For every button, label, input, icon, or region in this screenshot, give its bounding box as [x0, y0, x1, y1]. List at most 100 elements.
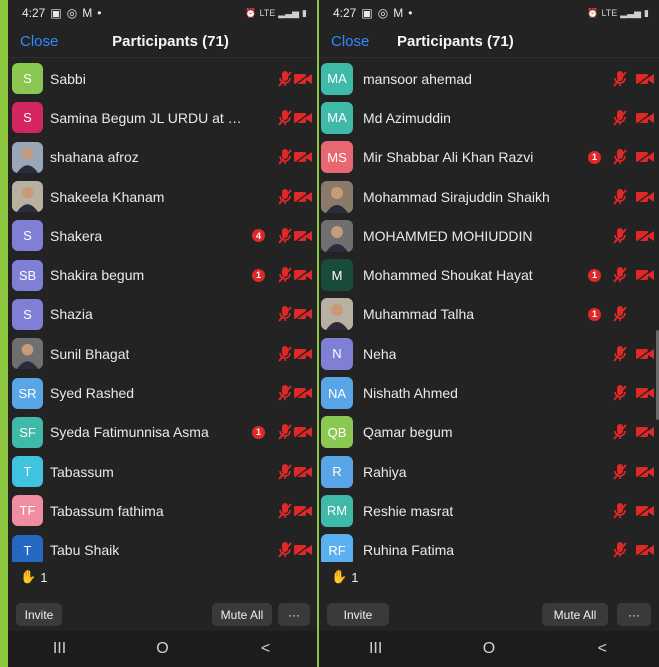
- video-off-icon[interactable]: [635, 72, 655, 86]
- participant-row[interactable]: T Tabu Shaik: [8, 531, 317, 562]
- participant-row[interactable]: QB Qamar begum: [319, 413, 659, 452]
- video-off-icon[interactable]: [635, 150, 655, 164]
- participant-row[interactable]: S Samina Begum JL URDU at Jad...: [8, 98, 317, 137]
- video-off-icon[interactable]: [635, 111, 655, 125]
- participant-list[interactable]: MA mansoor ahemad MA Md Azimuddin MS Mir Shab…: [319, 59, 659, 562]
- muted-mic-icon[interactable]: [612, 423, 628, 441]
- close-button[interactable]: Close: [331, 33, 369, 50]
- video-off-icon[interactable]: [293, 229, 313, 243]
- muted-mic-icon[interactable]: [277, 148, 293, 166]
- more-button[interactable]: ···: [278, 603, 310, 626]
- participant-row[interactable]: MS Mir Shabbar Ali Khan Razvi 1: [319, 138, 659, 177]
- back-button[interactable]: <: [582, 640, 622, 658]
- video-off-icon[interactable]: [635, 268, 655, 282]
- back-button[interactable]: <: [246, 640, 286, 658]
- video-off-icon[interactable]: [293, 111, 313, 125]
- video-off-icon[interactable]: [635, 425, 655, 439]
- home-button[interactable]: O: [143, 640, 183, 658]
- muted-mic-icon[interactable]: [612, 502, 628, 520]
- recents-button[interactable]: III: [356, 640, 396, 658]
- avatar: T: [12, 456, 43, 488]
- muted-mic-icon[interactable]: [277, 227, 293, 245]
- participant-row[interactable]: S Shazia: [8, 295, 317, 334]
- participant-row[interactable]: Shakeela Khanam: [8, 177, 317, 216]
- participant-row[interactable]: MA Md Azimuddin: [319, 98, 659, 137]
- video-off-icon[interactable]: [635, 386, 655, 400]
- participant-row[interactable]: NA Nishath Ahmed: [319, 373, 659, 412]
- recents-button[interactable]: III: [40, 640, 80, 658]
- video-off-icon[interactable]: [293, 72, 313, 86]
- participant-row[interactable]: RM Reshie masrat: [319, 491, 659, 530]
- video-off-icon[interactable]: [293, 268, 313, 282]
- muted-mic-icon[interactable]: [277, 463, 293, 481]
- participant-row[interactable]: MOHAMMED MOHIUDDIN: [319, 216, 659, 255]
- mute-all-button[interactable]: Mute All: [212, 603, 272, 626]
- muted-mic-icon[interactable]: [277, 423, 293, 441]
- video-off-icon[interactable]: [635, 465, 655, 479]
- participant-row[interactable]: RF Ruhina Fatima: [319, 531, 659, 562]
- more-button[interactable]: ···: [617, 603, 651, 626]
- participant-row[interactable]: N Neha: [319, 334, 659, 373]
- participant-name: shahana afroz: [50, 149, 139, 166]
- muted-mic-icon[interactable]: [612, 70, 628, 88]
- raised-hands[interactable]: ✋ 1: [331, 569, 358, 585]
- raised-hands[interactable]: ✋ 1: [20, 569, 47, 585]
- participant-row[interactable]: R Rahiya: [319, 452, 659, 491]
- muted-mic-icon[interactable]: [277, 345, 293, 363]
- muted-mic-icon[interactable]: [612, 305, 628, 323]
- participant-row[interactable]: MA mansoor ahemad: [319, 59, 659, 98]
- avatar: NA: [321, 377, 353, 410]
- muted-mic-icon[interactable]: [612, 541, 628, 559]
- participant-row[interactable]: S Shakera 4: [8, 216, 317, 255]
- video-off-icon[interactable]: [635, 347, 655, 361]
- muted-mic-icon[interactable]: [612, 463, 628, 481]
- muted-mic-icon[interactable]: [612, 109, 628, 127]
- video-off-icon[interactable]: [293, 307, 313, 321]
- muted-mic-icon[interactable]: [277, 266, 293, 284]
- muted-mic-icon[interactable]: [277, 384, 293, 402]
- home-button[interactable]: O: [469, 640, 509, 658]
- muted-mic-icon[interactable]: [612, 384, 628, 402]
- invite-button[interactable]: Invite: [327, 603, 389, 626]
- muted-mic-icon[interactable]: [612, 345, 628, 363]
- muted-mic-icon[interactable]: [277, 109, 293, 127]
- muted-mic-icon[interactable]: [612, 148, 628, 166]
- participant-name: Tabu Shaik: [50, 542, 120, 559]
- video-off-icon[interactable]: [293, 425, 313, 439]
- participant-name: Ruhina Fatima: [363, 542, 455, 559]
- muted-mic-icon[interactable]: [612, 227, 628, 245]
- video-off-icon[interactable]: [293, 465, 313, 479]
- video-off-icon[interactable]: [293, 347, 313, 361]
- participant-row[interactable]: TF Tabassum fathima: [8, 491, 317, 530]
- video-off-icon[interactable]: [635, 229, 655, 243]
- muted-mic-icon[interactable]: [612, 266, 628, 284]
- muted-mic-icon[interactable]: [277, 502, 293, 520]
- participant-list[interactable]: S Sabbi S Samina Begum JL URDU at Jad... sha…: [8, 59, 317, 562]
- participant-row[interactable]: M Mohammed Shoukat Hayat 1: [319, 255, 659, 294]
- participant-row[interactable]: Sunil Bhagat: [8, 334, 317, 373]
- video-off-icon[interactable]: [293, 189, 313, 204]
- muted-mic-icon[interactable]: [277, 70, 293, 88]
- close-button[interactable]: Close: [20, 33, 58, 50]
- mute-all-button[interactable]: Mute All: [542, 603, 608, 626]
- participant-row[interactable]: T Tabassum: [8, 452, 317, 491]
- video-off-icon[interactable]: [635, 189, 655, 204]
- participant-row[interactable]: shahana afroz: [8, 138, 317, 177]
- participant-row[interactable]: SR Syed Rashed: [8, 373, 317, 412]
- muted-mic-icon[interactable]: [277, 305, 293, 323]
- video-off-icon[interactable]: [293, 543, 313, 557]
- participant-row[interactable]: Mohammad Sirajuddin Shaikh: [319, 177, 659, 216]
- participant-row[interactable]: SB Shakira begum 1: [8, 255, 317, 294]
- video-off-icon[interactable]: [635, 504, 655, 518]
- participant-row[interactable]: SF Syeda Fatimunnisa Asma 1: [8, 413, 317, 452]
- video-off-icon[interactable]: [635, 543, 655, 557]
- muted-mic-icon[interactable]: [612, 188, 628, 206]
- muted-mic-icon[interactable]: [277, 541, 293, 559]
- invite-button[interactable]: Invite: [16, 603, 62, 626]
- participant-row[interactable]: Muhammad Talha 1: [319, 295, 659, 334]
- video-off-icon[interactable]: [293, 150, 313, 164]
- participant-row[interactable]: S Sabbi: [8, 59, 317, 98]
- video-off-icon[interactable]: [293, 386, 313, 400]
- video-off-icon[interactable]: [293, 504, 313, 518]
- muted-mic-icon[interactable]: [277, 188, 293, 206]
